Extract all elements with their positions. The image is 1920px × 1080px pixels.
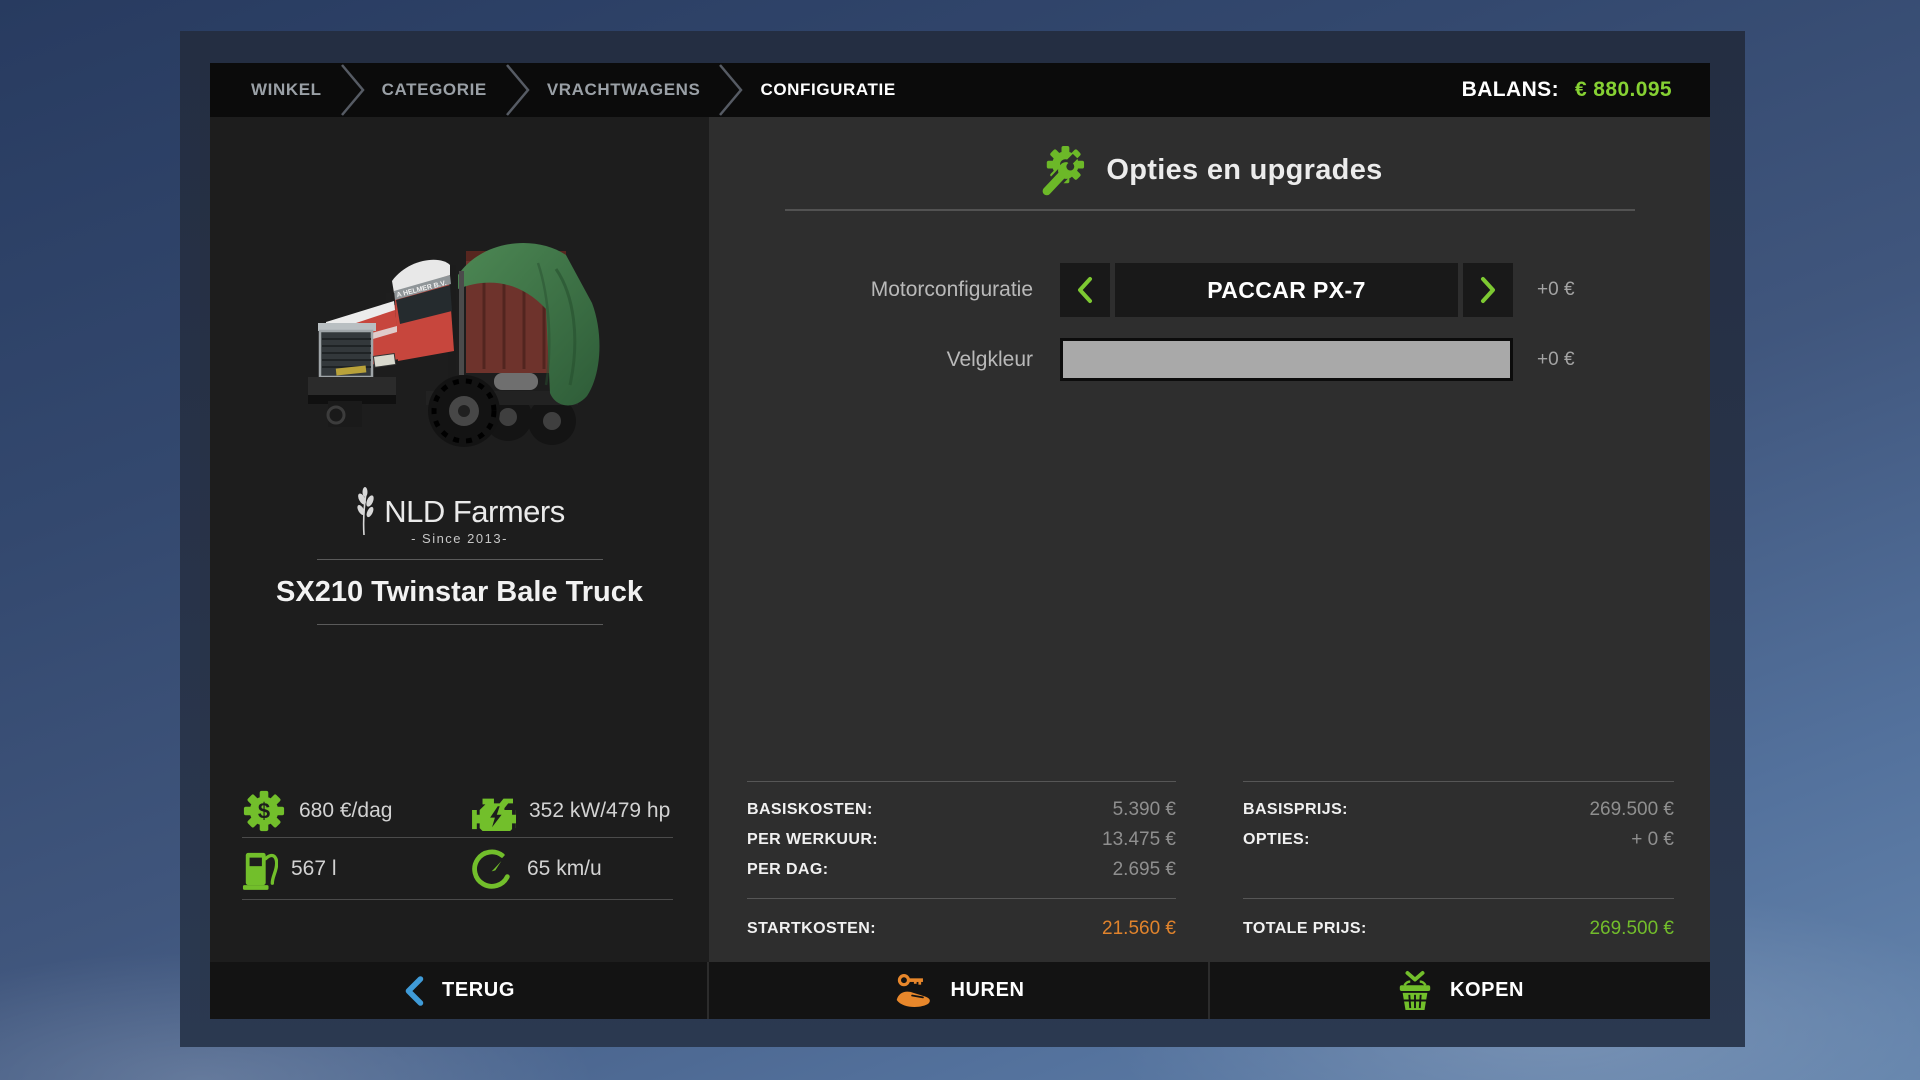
cost-label: PER WERKUUR:	[747, 831, 878, 849]
svg-text:$: $	[258, 799, 270, 824]
config-label: Velgkleur	[709, 338, 1033, 381]
divider	[317, 624, 603, 625]
screen: WINKEL CATEGORIE VRACHTWAGENS CONFIGURAT…	[0, 0, 1920, 1080]
breadcrumb-item-categorie[interactable]: CATEGORIE	[382, 80, 487, 100]
basket-icon	[1396, 970, 1434, 1012]
config-row-engine: Motorconfiguratie PACCAR PX-7	[709, 263, 1710, 317]
cost-label: OPTIES:	[1243, 831, 1310, 849]
engine-icon	[470, 791, 516, 831]
cost-row: OPTIES: + 0 €	[1243, 825, 1674, 855]
rim-color-swatch[interactable]	[1060, 338, 1513, 381]
divider	[747, 898, 1176, 899]
divider	[785, 209, 1635, 211]
stats-row: $ 680 €/dag 352 kW/479 hp	[242, 785, 673, 838]
wheat-icon	[354, 487, 376, 537]
stat-value: 65 km/u	[527, 857, 602, 881]
action-bar: TERUG HUREN	[210, 962, 1710, 1019]
fuel-pump-icon	[242, 846, 278, 892]
config-label: Motorconfiguratie	[709, 263, 1033, 317]
startkosten-value: 21.560 €	[1102, 918, 1176, 940]
back-button[interactable]: TERUG	[210, 962, 709, 1019]
content: A HELMER B.V.	[210, 117, 1710, 962]
cost-label: PER DAG:	[747, 861, 828, 879]
cost-total-row: STARTKOSTEN: 21.560 €	[747, 914, 1176, 944]
chevron-left-icon	[402, 974, 426, 1008]
balance: BALANS: € 880.095	[1462, 78, 1710, 102]
back-button-label: TERUG	[442, 979, 515, 1002]
options-title: Opties en upgrades	[1106, 154, 1382, 187]
config-row-rimcolor: Velgkleur +0 €	[709, 338, 1710, 381]
cost-value: 5.390 €	[1113, 799, 1176, 821]
shop-config-window: WINKEL CATEGORIE VRACHTWAGENS CONFIGURAT…	[180, 31, 1745, 1047]
brand-name: NLD Farmers	[384, 494, 565, 530]
cost-value: 2.695 €	[1113, 859, 1176, 881]
stat-power: 352 kW/479 hp	[470, 791, 670, 831]
money-gear-icon: $	[242, 789, 286, 833]
stat-speed: 65 km/u	[470, 847, 602, 891]
stat-value: 567 l	[291, 857, 337, 881]
brand-logo: NLD Farmers	[210, 487, 709, 537]
vehicle-preview-panel: A HELMER B.V.	[210, 117, 709, 962]
engine-selector: PACCAR PX-7	[1060, 263, 1513, 317]
hand-key-icon	[892, 972, 934, 1010]
cost-label: STARTKOSTEN:	[747, 920, 876, 938]
cost-row: BASISKOSTEN: 5.390 €	[747, 795, 1176, 825]
rent-button-label: HUREN	[950, 979, 1024, 1002]
divider	[1243, 898, 1674, 899]
breadcrumb-chevron-icon	[503, 63, 531, 117]
stat-capacity: 567 l	[242, 846, 470, 892]
cost-value: 13.475 €	[1102, 829, 1176, 851]
cost-value: + 0 €	[1631, 829, 1674, 851]
speedometer-icon	[470, 847, 514, 891]
breadcrumb-item-configuratie: CONFIGURATIE	[760, 80, 895, 100]
truck-illustration: A HELMER B.V.	[298, 209, 638, 467]
stat-value: 352 kW/479 hp	[529, 799, 670, 823]
stat-value: 680 €/dag	[299, 799, 392, 823]
total-price-value: 269.500 €	[1589, 918, 1674, 940]
breadcrumb: WINKEL CATEGORIE VRACHTWAGENS CONFIGURAT…	[210, 63, 1710, 117]
chevron-left-icon	[1075, 276, 1095, 304]
breadcrumb-chevron-icon	[716, 63, 744, 117]
option-price: +0 €	[1537, 263, 1575, 317]
cost-total-row: TOTALE PRIJS: 269.500 €	[1243, 914, 1674, 944]
brand-subtitle: - Since 2013-	[210, 531, 709, 546]
cost-label: BASISKOSTEN:	[747, 801, 873, 819]
balance-label: BALANS:	[1462, 78, 1559, 102]
cost-row: PER WERKUUR: 13.475 €	[747, 825, 1176, 855]
prev-option-button[interactable]	[1060, 263, 1110, 317]
options-title-row: Opties en upgrades	[709, 145, 1710, 196]
cost-value: 269.500 €	[1589, 799, 1674, 821]
balance-value: € 880.095	[1575, 78, 1672, 102]
divider	[747, 781, 1176, 782]
next-option-button[interactable]	[1463, 263, 1513, 317]
breadcrumb-chevron-icon	[338, 63, 366, 117]
vehicle-name: SX210 Twinstar Bale Truck	[210, 576, 709, 609]
breadcrumb-item-vrachtwagens[interactable]: VRACHTWAGENS	[547, 80, 701, 100]
cost-label: TOTALE PRIJS:	[1243, 920, 1367, 938]
chevron-right-icon	[1478, 276, 1498, 304]
buy-button[interactable]: KOPEN	[1210, 962, 1710, 1019]
engine-option-value: PACCAR PX-7	[1115, 263, 1458, 317]
options-panel: Opties en upgrades Motorconfiguratie PAC…	[709, 117, 1710, 962]
breadcrumb-item-winkel[interactable]: WINKEL	[251, 80, 322, 100]
stats-row: 567 l 65 km/u	[242, 838, 673, 900]
vehicle-stats: $ 680 €/dag 352 kW/479 hp	[242, 785, 673, 900]
stat-daily-cost: $ 680 €/dag	[242, 789, 470, 833]
divider	[1243, 781, 1674, 782]
vehicle-image: A HELMER B.V.	[298, 209, 638, 467]
cost-row: BASISPRIJS: 269.500 €	[1243, 795, 1674, 825]
option-price: +0 €	[1537, 338, 1575, 381]
wrench-gear-icon	[1036, 145, 1087, 196]
cost-row: PER DAG: 2.695 €	[747, 855, 1176, 885]
cost-label: BASISPRIJS:	[1243, 801, 1348, 819]
rent-button[interactable]: HUREN	[709, 962, 1210, 1019]
buy-button-label: KOPEN	[1450, 979, 1524, 1002]
divider	[317, 559, 603, 560]
